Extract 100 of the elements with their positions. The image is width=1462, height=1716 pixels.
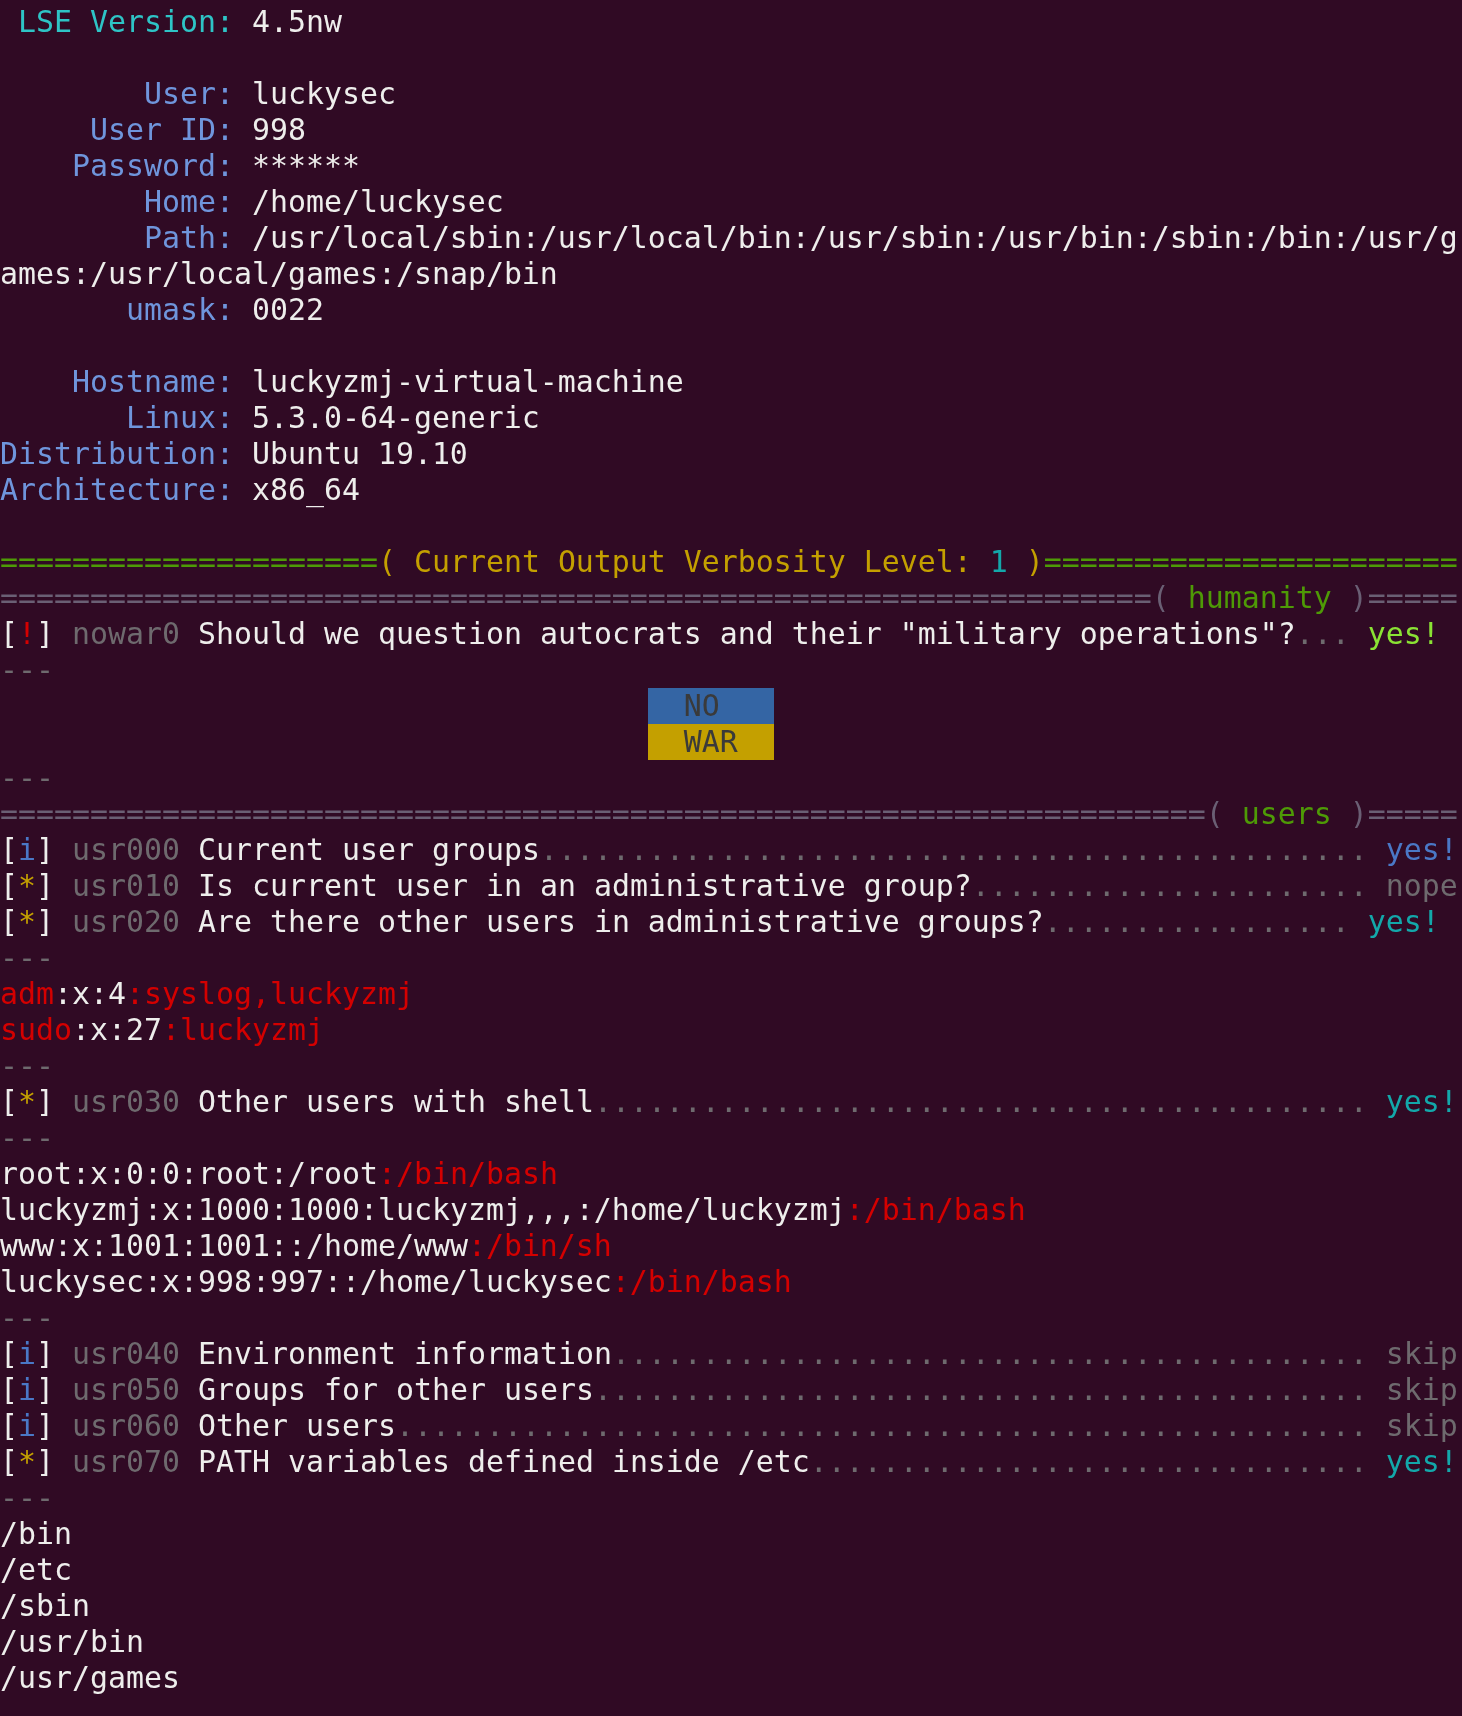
terminal-text: Environment information xyxy=(196,1336,612,1371)
terminal-text: skip xyxy=(1384,1408,1458,1443)
terminal-text: :luckyzmj xyxy=(161,1012,324,1047)
terminal-text: --- xyxy=(0,760,54,795)
terminal-text: yes! xyxy=(1384,1444,1458,1479)
terminal-text: users xyxy=(1241,796,1332,831)
terminal-text: ===================================================================( xyxy=(0,796,1225,831)
terminal-text: usr030 xyxy=(71,1084,180,1119)
terminal-text: Groups for other users xyxy=(196,1372,594,1407)
terminal-text: ames:/usr/local/games:/snap/bin xyxy=(0,256,558,291)
terminal-text: /usr/bin xyxy=(0,1624,144,1659)
terminal-text: ======================= xyxy=(1043,544,1458,579)
terminal-text: [ xyxy=(0,1408,18,1443)
terminal-text: Are there other users in administrative groups? xyxy=(196,904,1044,939)
terminal-text: usr040 xyxy=(71,1336,180,1371)
terminal-text: Current user groups xyxy=(196,832,540,867)
terminal-text: .............................................. xyxy=(539,832,1368,867)
terminal-text: )===== xyxy=(1348,580,1458,615)
field-value: Ubuntu 19.10 xyxy=(251,436,468,472)
terminal-text: :/bin/bash xyxy=(611,1264,792,1299)
flag-stripe: NO xyxy=(647,688,774,724)
terminal-text: luckyzmj:x:1000:1000:luckyzmj,,,:/home/luckyzmj xyxy=(0,1192,846,1227)
terminal-text: usr060 xyxy=(71,1408,180,1443)
terminal-text: [ xyxy=(0,1372,18,1407)
terminal-text: ================================================================( xyxy=(0,580,1171,615)
terminal-text: usr020 xyxy=(71,904,180,939)
terminal-text: :/bin/bash xyxy=(845,1192,1026,1227)
terminal-text: /etc xyxy=(0,1552,72,1587)
terminal-text: Should we question autocrats and their "military operations"? xyxy=(196,616,1296,651)
terminal-text: usr050 xyxy=(71,1372,180,1407)
terminal-text: ] xyxy=(36,868,54,903)
flag-stripe: WAR xyxy=(647,724,774,760)
terminal-text: humanity xyxy=(1187,580,1332,615)
terminal-text: [ xyxy=(0,1336,18,1371)
terminal-text: --- xyxy=(0,1480,54,1515)
terminal-text: ...................................................... xyxy=(395,1408,1368,1443)
terminal-text: ............................... xyxy=(809,1444,1368,1479)
field-label: User ID: xyxy=(89,112,234,148)
field-value: 998 xyxy=(251,112,306,148)
terminal-text: --- xyxy=(0,1048,54,1083)
terminal-text: nowar0 xyxy=(71,616,180,651)
terminal-text: /bin xyxy=(0,1516,72,1551)
terminal-text: i xyxy=(18,1408,36,1443)
terminal-text: * xyxy=(18,868,36,903)
terminal-text: ] xyxy=(36,904,54,939)
terminal-text: * xyxy=(18,1444,36,1479)
terminal-text: )===== xyxy=(1348,796,1458,831)
terminal-text: :x:4 xyxy=(54,976,126,1011)
field-value: /usr/local/sbin:/usr/local/bin:/usr/sbin:/usr/bin:/sbin:/bin:/usr/g xyxy=(251,220,1458,256)
terminal-text: usr000 xyxy=(71,832,180,867)
terminal-text: Other users with shell xyxy=(196,1084,594,1119)
terminal-text: ] xyxy=(36,1336,54,1371)
terminal-text: yes! xyxy=(1366,904,1440,939)
field-value: luckysec xyxy=(251,76,396,112)
terminal-text: luckysec:x:998:997::/home/luckysec xyxy=(0,1264,612,1299)
terminal-text: .......................................... xyxy=(611,1336,1368,1371)
terminal-text: 1 xyxy=(989,544,1008,579)
terminal-text: ] xyxy=(36,1408,54,1443)
terminal-text: www:x:1001:1001::/home/www xyxy=(0,1228,468,1263)
terminal-text: i xyxy=(18,1372,36,1407)
terminal-text: --- xyxy=(0,1120,54,1155)
terminal-text: [ xyxy=(0,1444,18,1479)
field-label: Path: xyxy=(143,220,234,256)
field-label: Architecture: xyxy=(0,472,234,508)
terminal-text: ...................... xyxy=(971,868,1368,903)
terminal-text: Other users xyxy=(196,1408,396,1443)
terminal-text: yes! xyxy=(1384,832,1458,867)
terminal-text: * xyxy=(18,904,36,939)
terminal-text: usr010 xyxy=(71,868,180,903)
field-label: umask: xyxy=(125,292,234,328)
terminal-text: [ xyxy=(0,1084,18,1119)
terminal-text: root:x:0:0:root:/root xyxy=(0,1156,378,1191)
terminal-text: ] xyxy=(36,832,54,867)
terminal-text: ) xyxy=(1024,544,1044,579)
field-value: 0022 xyxy=(251,292,324,328)
terminal-text: PATH variables defined inside /etc xyxy=(196,1444,810,1479)
terminal-text: [ xyxy=(0,832,18,867)
terminal-text: ===================== xyxy=(0,544,378,579)
field-label: Distribution: xyxy=(0,436,234,472)
terminal-text: ] xyxy=(36,1372,54,1407)
terminal-text: adm xyxy=(0,976,54,1011)
terminal-text: --- xyxy=(0,652,54,687)
terminal-text: i xyxy=(18,1336,36,1371)
terminal-text: yes! xyxy=(1366,616,1440,651)
field-value: x86_64 xyxy=(251,472,360,508)
terminal-text: ] xyxy=(36,1084,54,1119)
field-value: 4.5nw xyxy=(251,4,342,40)
terminal-text: ........................................... xyxy=(593,1084,1368,1119)
field-value: 5.3.0-64-generic xyxy=(251,400,540,436)
terminal-text: skip xyxy=(1384,1336,1458,1371)
terminal-text: ... xyxy=(1295,616,1350,651)
field-value: luckyzmj-virtual-machine xyxy=(251,364,684,400)
terminal-text: Is current user in an administrative group? xyxy=(196,868,972,903)
terminal-text: ] xyxy=(36,616,54,651)
terminal-text: /sbin xyxy=(0,1588,90,1623)
terminal-text: usr070 xyxy=(71,1444,180,1479)
field-value: ****** xyxy=(251,148,360,184)
terminal-text: --- xyxy=(0,940,54,975)
terminal-text: [ xyxy=(0,868,18,903)
terminal-text: [ xyxy=(0,616,18,651)
